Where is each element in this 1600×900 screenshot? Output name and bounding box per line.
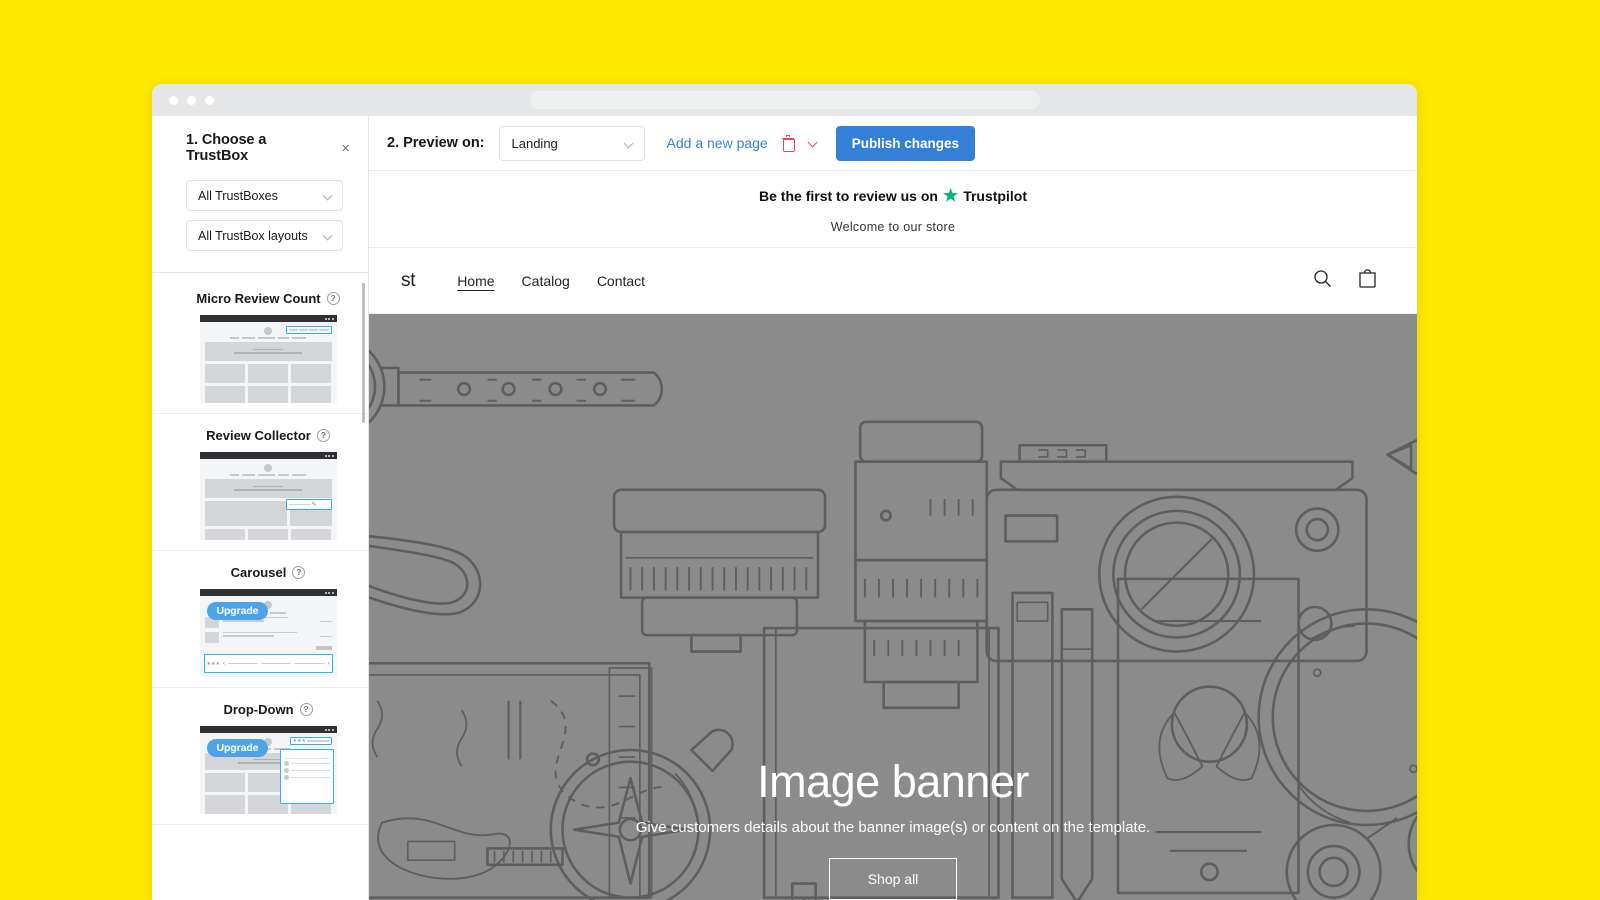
trustbox-name: Carousel [230, 565, 287, 580]
trustbox-thumbnail: ✎ [199, 452, 337, 540]
trustbox-highlight: ✎ [285, 499, 332, 510]
trustbox-card-header: Carousel ? [186, 565, 350, 580]
add-new-page-link[interactable]: Add a new page [667, 135, 768, 151]
close-dot-icon[interactable] [169, 95, 178, 105]
chevron-down-icon[interactable] [808, 138, 818, 148]
trustbox-highlight: ★★★ [289, 737, 332, 745]
announcement-text: Be the first to review us on [759, 187, 938, 204]
sidebar-scrollbar[interactable] [362, 283, 365, 423]
trustbox-type-value: All TrustBoxes [198, 188, 278, 203]
trustbox-thumbnail: ★★★ ‹ › Upgrade [199, 589, 337, 677]
trustbox-card-header: Micro Review Count ? [186, 291, 350, 306]
list-item[interactable]: Review Collector ? ✎ [152, 414, 368, 551]
help-icon[interactable]: ? [326, 292, 340, 305]
list-item[interactable]: Drop-Down ? ★★★ Upgrade [152, 688, 368, 825]
search-icon[interactable] [1313, 269, 1332, 293]
store-preview: Be the first to review us on ★ Trustpilo… [369, 171, 1417, 900]
upgrade-badge[interactable]: Upgrade [206, 602, 269, 620]
trustbox-sidebar: 1. Choose a TrustBox × All TrustBoxes Al… [152, 116, 369, 900]
hero-banner: Image banner Give customers details abou… [369, 314, 1417, 900]
add-new-page-label: Add a new page [666, 135, 768, 151]
nav-links: Home Catalog Contact [457, 273, 645, 289]
nav-icons [1313, 268, 1377, 293]
cart-icon[interactable] [1358, 268, 1377, 293]
nav-item-contact[interactable]: Contact [597, 273, 645, 289]
trustbox-thumbnail [199, 315, 337, 403]
trustbox-highlight [285, 326, 332, 334]
trustbox-list: Micro Review Count ? Review Collector ? … [152, 273, 368, 900]
close-icon[interactable]: × [341, 141, 350, 156]
minimize-dot-icon[interactable] [187, 95, 196, 105]
help-icon[interactable]: ? [292, 566, 306, 579]
preview-page-select[interactable]: Landing [498, 125, 645, 161]
trustbox-name: Micro Review Count [196, 291, 321, 306]
preview-panel: 2. Preview on: Landing Add a new page Pu… [369, 116, 1417, 900]
thumb-titlebar [199, 589, 337, 596]
list-item[interactable]: Carousel ? ★★★ ‹ › Upgrade [152, 551, 368, 688]
chevron-down-icon [324, 231, 333, 240]
hero-title: Image banner [757, 755, 1029, 807]
sidebar-title: 1. Choose a TrustBox [186, 132, 267, 164]
trustbox-type-select[interactable]: All TrustBoxes [186, 180, 343, 211]
thumb-titlebar [199, 315, 337, 322]
store-brand[interactable]: st [401, 270, 415, 292]
trustbox-thumbnail: ★★★ Upgrade [199, 726, 337, 814]
welcome-text: Welcome to our store [830, 220, 956, 234]
trustbox-layout-select[interactable]: All TrustBox layouts [186, 220, 343, 251]
maximize-dot-icon[interactable] [205, 95, 214, 105]
trustpilot-wordmark: Trustpilot [963, 187, 1027, 204]
help-icon[interactable]: ? [316, 429, 330, 442]
thumb-titlebar [199, 452, 337, 459]
chevron-down-icon [625, 139, 634, 148]
trustbox-name: Drop-Down [223, 702, 294, 717]
store-navigation: st Home Catalog Contact [369, 248, 1417, 314]
star-icon: ★ [942, 186, 959, 205]
upgrade-badge[interactable]: Upgrade [206, 739, 269, 757]
help-icon[interactable]: ? [299, 703, 313, 716]
trustpilot-announcement: Be the first to review us on ★ Trustpilo… [369, 187, 1417, 204]
sidebar-header: 1. Choose a TrustBox × [152, 116, 368, 164]
announcement-bar: Be the first to review us on ★ Trustpilo… [369, 171, 1417, 248]
trustbox-card-header: Drop-Down ? [186, 702, 350, 717]
preview-toolbar: 2. Preview on: Landing Add a new page Pu… [369, 116, 1417, 171]
sidebar-filters: All TrustBoxes All TrustBox layouts [152, 164, 368, 260]
trustbox-card-header: Review Collector ? [186, 428, 350, 443]
window-controls [169, 95, 214, 105]
shop-all-button[interactable]: Shop all [828, 858, 958, 900]
address-bar[interactable] [530, 91, 1040, 109]
nav-item-home[interactable]: Home [457, 273, 494, 289]
browser-chrome [152, 84, 1417, 116]
preview-page-value: Landing [511, 135, 558, 151]
trustbox-dropdown-panel [279, 749, 334, 804]
trustbox-layout-value: All TrustBox layouts [198, 228, 308, 243]
chevron-down-icon [324, 191, 333, 200]
thumb-titlebar [199, 726, 337, 733]
preview-step-label: 2. Preview on: [387, 135, 485, 151]
hero-subtitle: Give customers details about the banner … [635, 819, 1151, 836]
delete-page-icon[interactable] [781, 135, 795, 152]
nav-item-catalog[interactable]: Catalog [522, 273, 570, 289]
hero-content: Image banner Give customers details abou… [369, 755, 1417, 900]
browser-window: 1. Choose a TrustBox × All TrustBoxes Al… [152, 84, 1417, 900]
trustbox-highlight: ★★★ ‹ › [203, 654, 333, 673]
list-item[interactable]: Micro Review Count ? [152, 277, 368, 414]
trustbox-name: Review Collector [206, 428, 311, 443]
publish-changes-button[interactable]: Publish changes [835, 125, 975, 161]
